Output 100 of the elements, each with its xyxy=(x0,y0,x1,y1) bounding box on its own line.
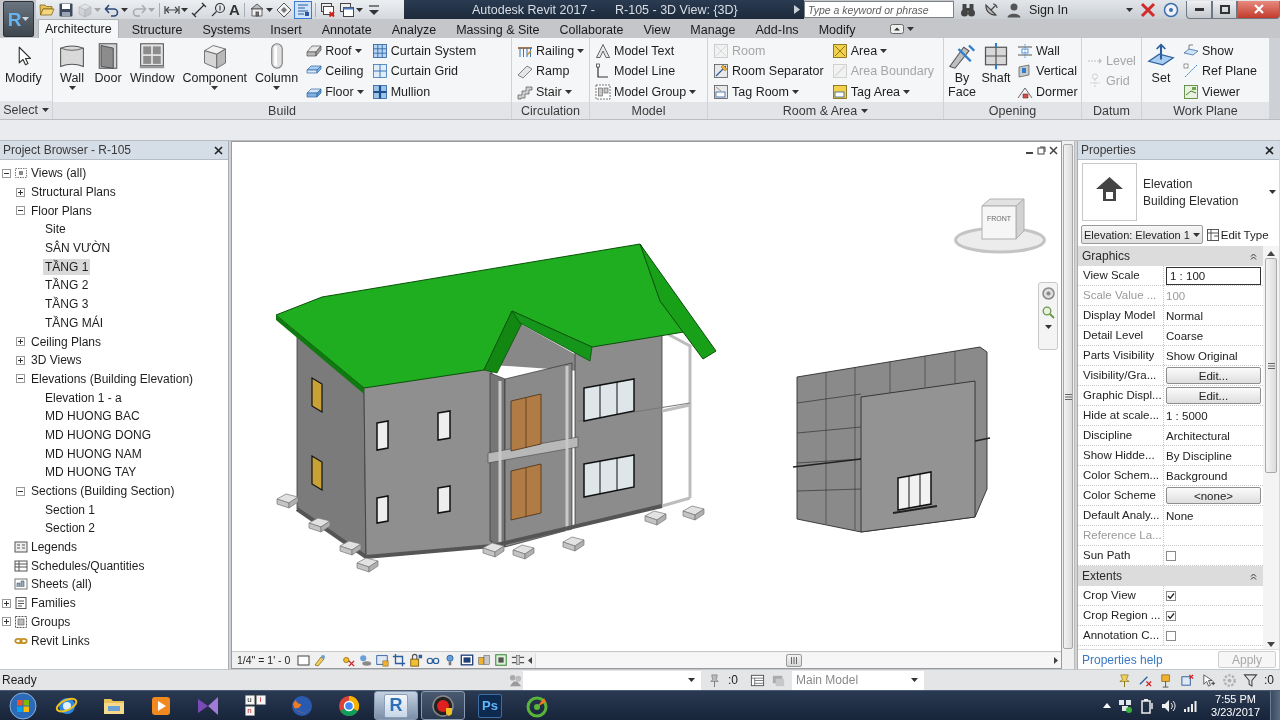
caret-icon[interactable] xyxy=(354,48,362,53)
group-header[interactable]: Extents xyxy=(1078,566,1263,586)
tree-item[interactable]: MD HUONG BAC xyxy=(43,408,142,425)
ribbon-tab[interactable]: Insert xyxy=(263,20,309,38)
zoom-icon[interactable] xyxy=(1041,306,1055,319)
ribbon-button[interactable]: Area xyxy=(830,40,936,61)
ribbon-button[interactable]: Mullion xyxy=(370,81,478,102)
scroll-down-icon[interactable] xyxy=(1267,642,1275,647)
square-icon[interactable] xyxy=(297,653,311,667)
ribbon-button[interactable]: Wall xyxy=(1016,40,1079,61)
caret-icon[interactable] xyxy=(907,26,915,31)
ribbon-button[interactable]: Curtain Grid xyxy=(370,60,478,82)
ribbon-button[interactable]: Room Separator xyxy=(712,60,825,82)
key-cap[interactable]: i xyxy=(255,695,266,705)
shadow-icon[interactable] xyxy=(358,653,372,667)
input-field[interactable]: 1 : 100 xyxy=(1166,266,1261,285)
ribbon-tab[interactable]: Systems xyxy=(195,20,258,38)
caret-icon[interactable] xyxy=(689,89,697,94)
taskbar-button[interactable]: u i n xyxy=(233,691,277,720)
scrollbar-track[interactable] xyxy=(1263,246,1279,649)
frame-icon[interactable] xyxy=(460,653,474,667)
thin-lines-button[interactable] xyxy=(293,0,312,19)
user-icon[interactable] xyxy=(1006,1,1022,18)
boxes-icon[interactable] xyxy=(1117,697,1134,714)
ribbon-button[interactable]: By Face xyxy=(946,40,978,99)
ribbon-tab[interactable]: View xyxy=(636,20,678,38)
caret-icon[interactable] xyxy=(903,89,911,94)
ribbon-button[interactable]: Dormer xyxy=(1016,81,1079,102)
crop-box-icon[interactable] xyxy=(375,653,389,667)
close-icon[interactable] xyxy=(1049,146,1058,155)
tree-item[interactable]: MD HUONG DONG xyxy=(43,426,153,443)
binoculars-icon[interactable] xyxy=(960,1,976,18)
close-icon[interactable] xyxy=(1265,145,1274,155)
checkbox[interactable] xyxy=(1166,630,1176,641)
tree-item[interactable]: MD HUONG TAY xyxy=(43,464,139,481)
property-button[interactable]: Edit... xyxy=(1166,387,1261,404)
ribbon-tab[interactable]: Structure xyxy=(124,20,190,38)
tree-toggle[interactable] xyxy=(16,486,25,496)
text-button[interactable]: A xyxy=(228,0,241,19)
caret-icon[interactable] xyxy=(792,89,799,94)
crop-icon[interactable] xyxy=(392,653,406,667)
restore-icon[interactable] xyxy=(1037,146,1046,155)
checkbox[interactable] xyxy=(1166,550,1176,561)
search-field[interactable]: Type a keyword or phrase xyxy=(804,1,954,18)
tree-toggle[interactable] xyxy=(16,355,25,365)
tree-item[interactable]: Section 1 xyxy=(43,501,98,518)
tree-item[interactable]: Ceiling Plans xyxy=(29,333,104,350)
tree-item[interactable]: Views (all) xyxy=(29,165,89,182)
tree-toggle[interactable] xyxy=(2,168,11,178)
key-cap[interactable]: u xyxy=(244,695,255,705)
tree-item[interactable]: MD HUONG NAM xyxy=(43,445,144,462)
ribbon-button[interactable]: Curtain System xyxy=(370,40,478,61)
checkbox[interactable] xyxy=(1166,590,1176,601)
close-button[interactable] xyxy=(1237,0,1280,19)
ribbon-button[interactable]: Railing xyxy=(516,40,586,61)
caret-icon[interactable] xyxy=(68,85,76,90)
caret-icon[interactable] xyxy=(564,89,572,94)
fox-globe-icon[interactable] xyxy=(290,693,314,718)
taskbar-button[interactable]: R xyxy=(374,691,418,720)
caret-icon[interactable] xyxy=(577,48,585,53)
group-header[interactable]: Graphics xyxy=(1078,246,1263,266)
ribbon-button[interactable]: Ceiling xyxy=(305,60,365,82)
ribbon-button[interactable]: Model Line xyxy=(594,60,698,82)
minimize-button[interactable] xyxy=(1186,0,1212,19)
caret-icon[interactable] xyxy=(211,85,219,90)
tree-item[interactable]: Elevation 1 - a xyxy=(43,389,124,406)
tree-toggle[interactable] xyxy=(16,337,25,347)
battery-icon[interactable] xyxy=(1139,697,1156,714)
pin-icon[interactable] xyxy=(707,672,722,688)
tree-toggle[interactable] xyxy=(16,187,25,197)
sign-in-button[interactable]: Sign In xyxy=(1029,2,1068,17)
caret-icon[interactable] xyxy=(356,89,364,94)
bars-icon[interactable] xyxy=(511,653,525,667)
ribbon-button[interactable]: Window xyxy=(127,40,178,86)
cursor-plus-icon[interactable] xyxy=(1201,672,1216,688)
ribbon-button[interactable]: Door xyxy=(91,40,125,86)
caret-icon[interactable] xyxy=(911,678,918,682)
ribbon-button[interactable]: Ramp xyxy=(516,60,586,82)
tree-item[interactable]: Elevations (Building Elevation) xyxy=(29,370,196,387)
type-selector[interactable]: Elevation Building Elevation xyxy=(1078,160,1279,224)
app-logo[interactable]: R xyxy=(384,693,408,718)
ring-icon[interactable] xyxy=(1163,1,1179,18)
switch-windows-button[interactable] xyxy=(337,0,364,19)
help-link[interactable]: Properties help xyxy=(1082,652,1163,667)
ribbon-tab[interactable]: Modify xyxy=(811,20,863,38)
tree-item[interactable]: Schedules/Quantities xyxy=(29,557,147,574)
scrollbar-thumb[interactable] xyxy=(786,653,802,667)
ribbon-toggle-icon[interactable] xyxy=(890,23,905,34)
satellite-dish-icon[interactable] xyxy=(983,1,999,18)
tree-toggle[interactable] xyxy=(16,374,25,384)
tree-item[interactable]: 3D Views xyxy=(29,352,84,369)
ribbon-button[interactable]: Roof xyxy=(305,40,365,61)
taskbar-button[interactable] xyxy=(421,691,465,720)
caret-icon[interactable] xyxy=(1269,190,1276,194)
ribbon-button[interactable]: Tag Area xyxy=(830,81,936,102)
tree-item[interactable]: Structural Plans xyxy=(29,184,118,201)
ribbon-button[interactable]: Viewer xyxy=(1182,81,1258,102)
square-x-icon[interactable] xyxy=(1180,672,1195,688)
ribbon-button[interactable]: Show xyxy=(1182,40,1258,61)
ribbon-tab[interactable]: Analyze xyxy=(384,20,444,38)
